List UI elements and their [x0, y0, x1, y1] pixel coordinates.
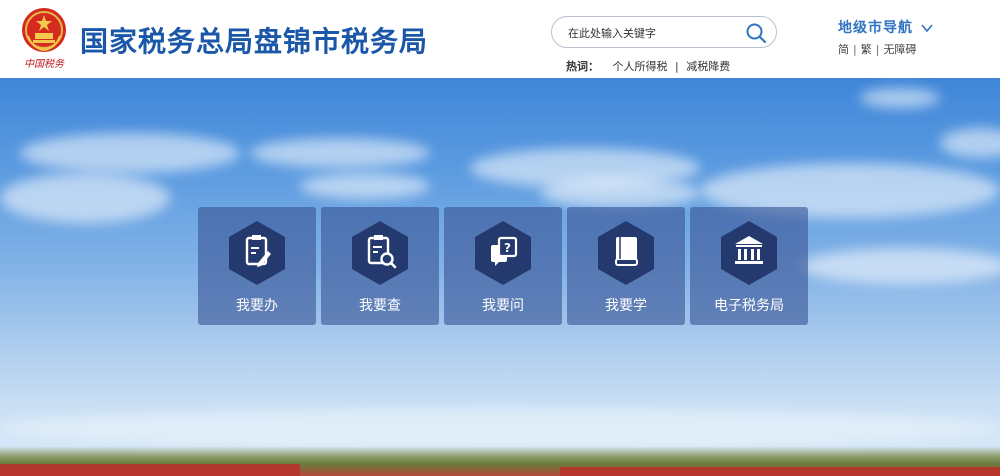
service-tile-query[interactable]: 我要查: [321, 207, 439, 325]
lang-separator: |: [853, 43, 857, 56]
cloud: [250, 138, 430, 168]
search-icon: [746, 23, 767, 44]
regional-nav-label: 地级市导航: [838, 20, 913, 36]
cloud: [940, 128, 1000, 158]
hotwords-bar: 热词： 个人所得税 | 减税降费: [566, 58, 730, 74]
language-links: 简 | 繁 | 无障碍: [838, 41, 916, 57]
hotword-separator: |: [675, 60, 679, 73]
service-tile-ask[interactable]: ? 我要问: [444, 207, 562, 325]
site-header: 中国税务 国家税务总局盘锦市税务局 热词： 个人所得税 | 减税降费 地级市导航…: [0, 0, 1000, 78]
service-tile-label: 电子税务局: [714, 298, 784, 314]
document-search-icon: [352, 221, 408, 285]
lang-separator: |: [875, 43, 880, 56]
red-beach: [0, 464, 300, 476]
cloud: [0, 408, 1000, 448]
search-input[interactable]: [568, 23, 738, 43]
book-icon: [598, 221, 654, 285]
service-tile-e-tax-bureau[interactable]: 电子税务局: [690, 207, 808, 325]
tax-logo[interactable]: 中国税务: [16, 6, 72, 70]
search-box: [551, 16, 777, 48]
regional-nav-dropdown[interactable]: 地级市导航: [838, 17, 933, 37]
svg-text:?: ?: [504, 241, 511, 255]
cloud: [800, 248, 1000, 284]
service-tile-label: 我要学: [605, 298, 647, 314]
cloud: [860, 88, 940, 108]
document-edit-icon: [229, 221, 285, 285]
service-tile-label: 我要办: [236, 298, 278, 314]
national-emblem-icon: [22, 8, 66, 52]
bank-building-icon: [721, 221, 777, 285]
red-beach: [560, 467, 1000, 476]
service-tile-learn[interactable]: 我要学: [567, 207, 685, 325]
site-title[interactable]: 国家税务总局盘锦市税务局: [80, 20, 428, 60]
traditional-chinese-link[interactable]: 繁: [861, 43, 872, 56]
chevron-down-icon: [921, 24, 933, 33]
cloud: [540, 178, 700, 208]
simplified-chinese-link[interactable]: 简: [838, 43, 849, 56]
cloud: [0, 173, 170, 223]
search-button[interactable]: [744, 21, 768, 45]
accessibility-link[interactable]: 无障碍: [883, 43, 916, 56]
service-tiles: 我要办 我要查 ? 我要问 我要学 电子税务局: [198, 207, 810, 325]
service-tile-handle[interactable]: 我要办: [198, 207, 316, 325]
service-tile-label: 我要问: [482, 298, 524, 314]
cloud: [20, 133, 240, 173]
service-tile-label: 我要查: [359, 298, 401, 314]
logo-caption: 中国税务: [24, 59, 64, 70]
question-chat-icon: ?: [475, 221, 531, 285]
hotwords-label: 热词：: [566, 60, 599, 73]
hotword-link[interactable]: 个人所得税: [613, 60, 668, 73]
hotword-link[interactable]: 减税降费: [686, 60, 730, 73]
cloud: [300, 173, 430, 199]
